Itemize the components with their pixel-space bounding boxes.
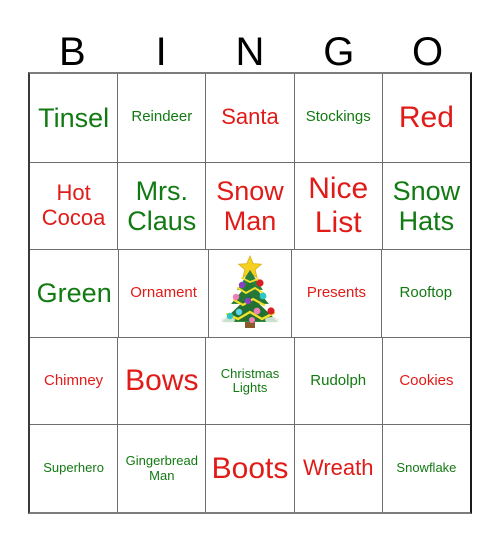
bingo-cell[interactable]: Snowflake: [381, 424, 471, 512]
bingo-cell[interactable]: Rudolph: [293, 336, 382, 425]
bingo-cell[interactable]: Chimney: [30, 336, 118, 425]
bingo-header-letter-g: G: [323, 30, 355, 74]
bingo-cell[interactable]: Christmas Lights: [205, 336, 294, 425]
bingo-cell-label: Gingerbread Man: [125, 453, 198, 483]
bingo-cell[interactable]: Green: [30, 249, 119, 337]
bingo-cell-label: Snow Hats: [392, 175, 461, 236]
bingo-cell[interactable]: Snow Hats: [381, 161, 471, 250]
bingo-cell-label: Nice List: [308, 172, 369, 239]
bingo-cell[interactable]: Boots: [205, 424, 294, 512]
bingo-cell[interactable]: Red: [381, 74, 470, 162]
bingo-cell-label: Cookies: [399, 371, 454, 389]
bingo-row: Superhero Gingerbread Man Boots Wreath S…: [30, 424, 471, 512]
bingo-cell[interactable]: Mrs. Claus: [117, 161, 206, 250]
bingo-free-space-cell[interactable]: [207, 249, 292, 337]
bingo-cell-label: Green: [36, 278, 112, 309]
bingo-cell-label: Red: [398, 101, 454, 134]
bingo-cell-label: Christmas Lights: [220, 365, 280, 396]
bingo-cell[interactable]: Hot Cocoa: [30, 161, 118, 250]
bingo-cell[interactable]: Santa: [205, 74, 293, 162]
bingo-header-letter-o: O: [412, 30, 444, 74]
bingo-cell-label: Reindeer: [131, 108, 193, 126]
bingo-cell-label: Rudolph: [310, 371, 367, 389]
bingo-header-letter-n: N: [235, 30, 265, 74]
bingo-cell[interactable]: Ornament: [118, 249, 208, 337]
bingo-cell-label: Superhero: [43, 460, 104, 476]
christmas-tree-icon: [221, 255, 280, 329]
bingo-cell-label: Chimney: [44, 371, 104, 389]
bingo-cell-label: Santa: [221, 104, 279, 130]
bingo-cell-label: Snowflake: [396, 460, 457, 476]
bingo-cell-label: Snow Man: [216, 175, 284, 236]
bingo-cell[interactable]: Stockings: [293, 74, 382, 162]
bingo-cell[interactable]: Presents: [291, 249, 381, 337]
bingo-cell-label: Presents: [306, 284, 367, 302]
bingo-row: Hot Cocoa Mrs. Claus Snow Man Nice List …: [30, 161, 471, 250]
bingo-cell[interactable]: Tinsel: [30, 74, 117, 162]
bingo-cell[interactable]: Superhero: [30, 424, 118, 512]
bingo-cell[interactable]: Rooftop: [380, 249, 471, 337]
bingo-cell-label: Hot Cocoa: [41, 180, 106, 230]
bingo-cell-label: Boots: [211, 451, 289, 485]
bingo-cell[interactable]: Gingerbread Man: [117, 424, 206, 512]
bingo-cell-label: Tinsel: [38, 102, 110, 133]
bingo-cell-label: Mrs. Claus: [127, 175, 197, 236]
bingo-cell-label: Rooftop: [399, 284, 453, 302]
bingo-cell[interactable]: Snow Man: [205, 161, 294, 250]
bingo-card: B I N G O Tinsel Reindeer Santa Stocking…: [0, 0, 500, 544]
bingo-grid: Tinsel Reindeer Santa Stockings Red Hot …: [28, 72, 472, 514]
bingo-cell-label: Ornament: [130, 284, 197, 302]
bingo-cell[interactable]: Cookies: [381, 336, 471, 425]
bingo-header-row: B I N G O: [28, 18, 472, 72]
bingo-cell-label: Wreath: [302, 455, 374, 481]
bingo-row: Tinsel Reindeer Santa Stockings Red: [30, 74, 470, 162]
bingo-row: Green Ornament Presents Rooftop: [30, 249, 471, 337]
bingo-cell[interactable]: Bows: [117, 336, 206, 425]
bingo-cell[interactable]: Wreath: [293, 424, 382, 512]
bingo-row: Chimney Bows Christmas Lights Rudolph Co…: [30, 336, 471, 425]
bingo-cell[interactable]: Reindeer: [117, 74, 205, 162]
bingo-cell-label: Bows: [125, 364, 199, 398]
bingo-header-letter-b: B: [59, 30, 86, 74]
bingo-cell-label: Stockings: [305, 108, 371, 126]
bingo-cell[interactable]: Nice List: [293, 161, 382, 250]
bingo-header-letter-i: I: [155, 30, 167, 74]
